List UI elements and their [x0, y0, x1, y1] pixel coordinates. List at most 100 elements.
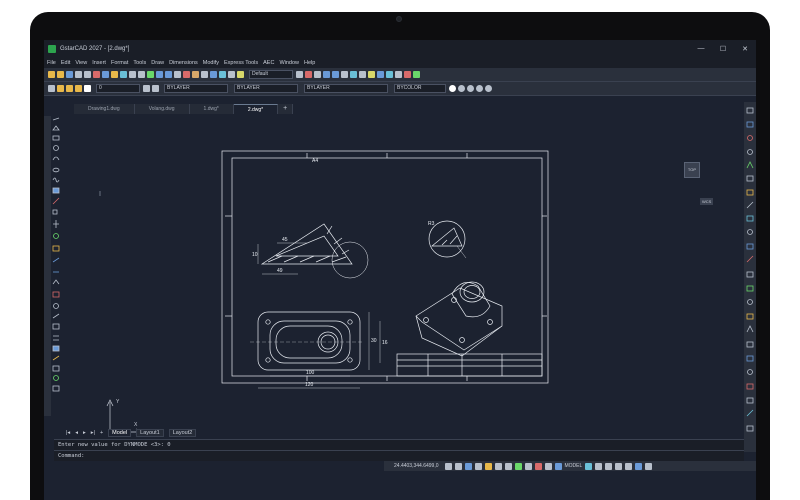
zoom-window-icon[interactable]: [165, 71, 172, 78]
region-icon[interactable]: [413, 71, 420, 78]
plot-style-icon[interactable]: [237, 71, 244, 78]
new-icon[interactable]: [48, 71, 55, 78]
lineweight-toggle-icon[interactable]: [504, 462, 512, 470]
redo-icon[interactable]: [138, 71, 145, 78]
menu-dimensions[interactable]: Dimensions: [169, 60, 198, 66]
plot-style-combo[interactable]: BYCOLOR: [394, 84, 446, 93]
menu-view[interactable]: View: [75, 60, 87, 66]
viewcube[interactable]: TOP: [684, 162, 700, 178]
undo-icon[interactable]: [129, 71, 136, 78]
command-input[interactable]: Command:: [54, 450, 744, 460]
add-layout-button[interactable]: +: [100, 430, 103, 436]
drawing-canvas[interactable]: 45 10 49 R3 100 120 30 16 A4 Y X: [62, 116, 742, 440]
qp-toggle-icon[interactable]: [534, 462, 542, 470]
otrack-icon[interactable]: [332, 71, 339, 78]
am-toggle-icon[interactable]: [554, 462, 562, 470]
measure-icon[interactable]: [368, 71, 375, 78]
minimize-button[interactable]: —: [690, 45, 712, 52]
offset-icon[interactable]: [53, 303, 59, 309]
dyn-icon[interactable]: [350, 71, 357, 78]
shade-icon[interactable]: [449, 85, 456, 92]
hardware-icon[interactable]: [625, 462, 633, 470]
prev-layout-button[interactable]: ◂: [75, 430, 78, 436]
break-icon[interactable]: [52, 385, 60, 392]
realistic-icon[interactable]: [476, 85, 483, 92]
dyn-toggle-icon[interactable]: [514, 462, 522, 470]
snap-icon[interactable]: [296, 71, 303, 78]
arc-icon[interactable]: [52, 156, 60, 161]
list-icon[interactable]: [395, 71, 402, 78]
workspace-icon[interactable]: [595, 462, 603, 470]
otrack-toggle-icon[interactable]: [494, 462, 502, 470]
tab-layout1[interactable]: Layout1: [136, 428, 164, 437]
ellipse-icon[interactable]: [52, 167, 60, 173]
conceptual-icon[interactable]: [485, 85, 492, 92]
next-layout-button[interactable]: ▸: [83, 430, 86, 436]
menu-tools[interactable]: Tools: [133, 60, 146, 66]
dim-style-icon[interactable]: [210, 71, 217, 78]
layer-freeze-icon[interactable]: [66, 85, 73, 92]
menu-draw[interactable]: Draw: [151, 60, 164, 66]
tab-layout2[interactable]: Layout2: [168, 428, 197, 437]
wcs-menu[interactable]: WCS: [700, 198, 714, 205]
hidden-icon[interactable]: [467, 85, 474, 92]
distance-icon[interactable]: [386, 71, 393, 78]
annotation-icon[interactable]: [585, 462, 593, 470]
mirror-icon[interactable]: [52, 313, 60, 319]
lwt-icon[interactable]: [359, 71, 366, 78]
tpy-toggle-icon[interactable]: [524, 462, 532, 470]
cut-icon[interactable]: [93, 71, 100, 78]
chamfer-icon[interactable]: [53, 375, 59, 381]
rectangle-icon[interactable]: [52, 135, 60, 141]
isolate-icon[interactable]: [615, 462, 623, 470]
spline-icon[interactable]: [52, 177, 60, 183]
circle-icon[interactable]: [53, 145, 59, 151]
menu-modify[interactable]: Modify: [203, 60, 219, 66]
menu-window[interactable]: Window: [279, 60, 299, 66]
menu-file[interactable]: File: [47, 60, 56, 66]
polar-toggle-icon[interactable]: [474, 462, 482, 470]
line-icon[interactable]: [52, 117, 60, 121]
clean-screen-icon[interactable]: [635, 462, 643, 470]
zoom-icon[interactable]: [156, 71, 163, 78]
wireframe-icon[interactable]: [458, 85, 465, 92]
trim-icon[interactable]: [52, 257, 60, 263]
copy-icon[interactable]: [102, 71, 109, 78]
lineweight-combo[interactable]: BYLAYER: [304, 84, 388, 93]
lengthen-icon[interactable]: [52, 355, 60, 361]
id-point-icon[interactable]: [404, 71, 411, 78]
menu-aec[interactable]: AEC: [263, 60, 274, 66]
menu-format[interactable]: Format: [111, 60, 128, 66]
osnap-toggle-icon[interactable]: [484, 462, 492, 470]
open-icon[interactable]: [57, 71, 64, 78]
sc-toggle-icon[interactable]: [544, 462, 552, 470]
tab-drawing1[interactable]: Drawing1.dwg: [74, 104, 135, 114]
explode-icon[interactable]: [52, 291, 60, 298]
snap-toggle-icon[interactable]: [454, 462, 462, 470]
layer-on-icon[interactable]: [57, 85, 64, 92]
polyline-icon[interactable]: [52, 125, 60, 131]
stretch-icon[interactable]: [53, 335, 59, 341]
join-icon[interactable]: [52, 365, 60, 372]
move-icon[interactable]: [53, 220, 59, 228]
osnap-icon[interactable]: [323, 71, 330, 78]
tab-1[interactable]: 1.dwg*: [189, 104, 234, 114]
rotate-icon[interactable]: [53, 233, 59, 239]
multileader-style-icon[interactable]: [228, 71, 235, 78]
polar-icon[interactable]: [314, 71, 321, 78]
scale-icon[interactable]: [52, 245, 60, 252]
menu-insert[interactable]: Insert: [92, 60, 106, 66]
print-icon[interactable]: [75, 71, 82, 78]
grid-toggle-icon[interactable]: [444, 462, 452, 470]
last-layout-button[interactable]: ▸|: [91, 430, 95, 436]
color-combo[interactable]: BYLAYER: [164, 84, 228, 93]
text-style-combo[interactable]: Default: [249, 70, 293, 79]
layer-color-icon[interactable]: [84, 85, 91, 92]
tab-volang[interactable]: Volang.dwg: [134, 104, 190, 114]
fillet-icon[interactable]: [52, 279, 60, 285]
preview-icon[interactable]: [84, 71, 91, 78]
table-style-icon[interactable]: [219, 71, 226, 78]
tab-2[interactable]: 2.dwg*: [233, 104, 279, 114]
text-style-icon[interactable]: [201, 71, 208, 78]
ducs-icon[interactable]: [341, 71, 348, 78]
